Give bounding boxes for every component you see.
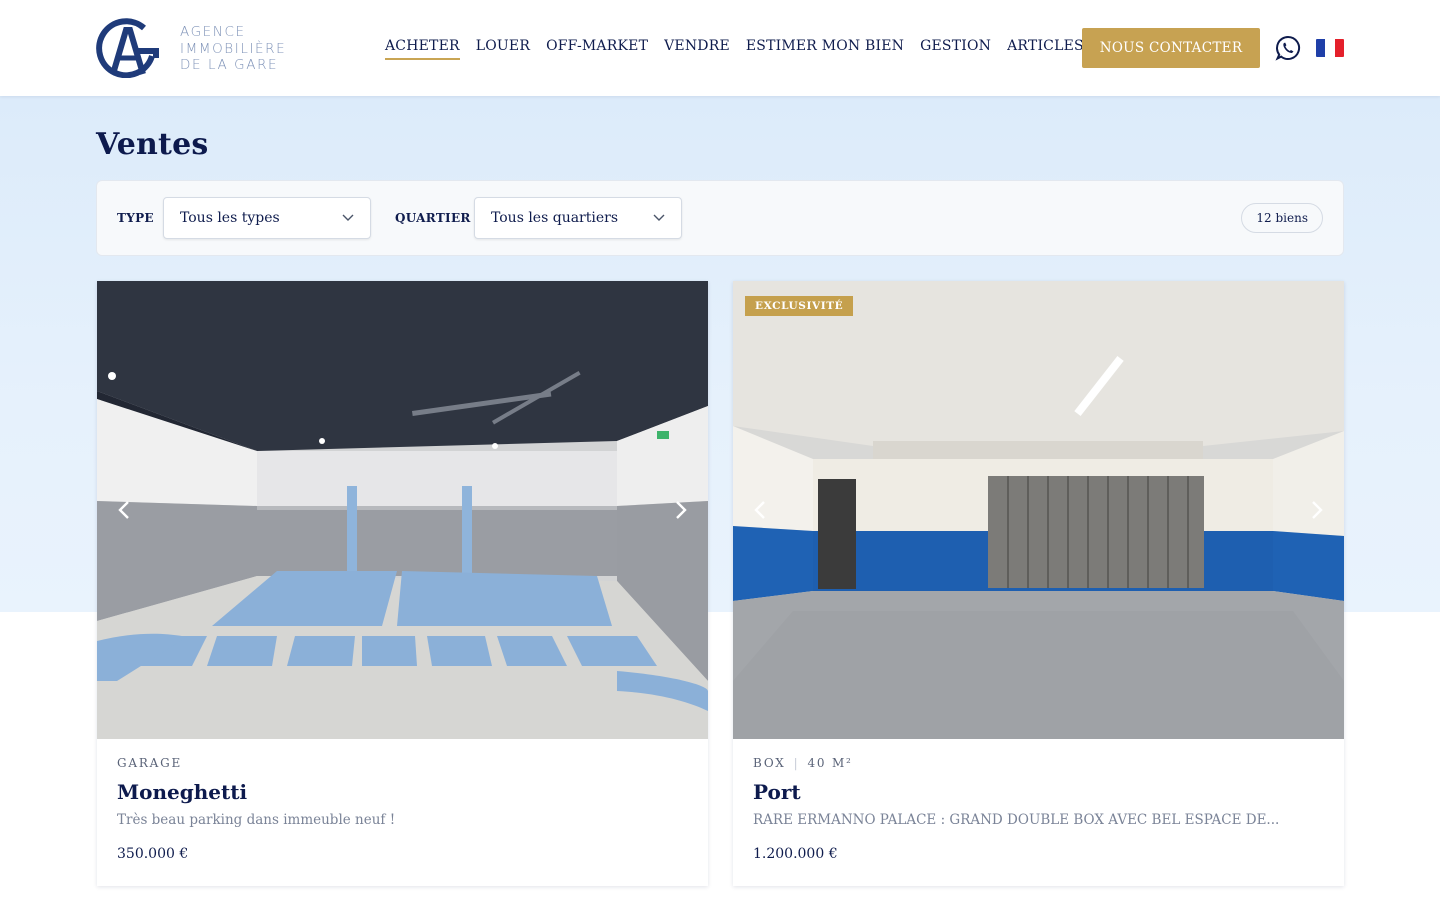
listing-photo[interactable]: EXCLUSIVITÉ — [733, 281, 1344, 739]
contact-button[interactable]: NOUS CONTACTER — [1082, 28, 1260, 68]
nav-item-acheter[interactable]: ACHETER — [385, 38, 460, 60]
logo-line-1: AGENCE — [180, 24, 246, 40]
listing-price: 1.200.000 € — [753, 846, 838, 862]
garage-photo-image — [97, 281, 708, 739]
results-count-badge: 12 biens — [1241, 203, 1323, 233]
logo-monogram-icon — [96, 18, 159, 78]
listing-card[interactable]: GARAGE Moneghetti Très beau parking dans… — [97, 281, 708, 886]
page-title: Ventes — [96, 127, 209, 162]
nav-item-gestion[interactable]: GESTION — [920, 38, 991, 60]
whatsapp-icon[interactable] — [1275, 35, 1301, 61]
french-flag-icon[interactable] — [1316, 39, 1344, 57]
listing-description: RARE ERMANNO PALACE : GRAND DOUBLE BOX A… — [753, 812, 1280, 828]
next-photo-icon[interactable] — [670, 499, 690, 521]
nav-item-louer[interactable]: LOUER — [476, 38, 530, 60]
logo-wordmark: AGENCE IMMOBILIÈRE DE LA GARE — [180, 24, 310, 74]
agency-logo[interactable]: AGENCE IMMOBILIÈRE DE LA GARE — [96, 18, 296, 78]
box-photo-image — [733, 281, 1344, 739]
listing-description: Très beau parking dans immeuble neuf ! — [117, 812, 396, 828]
listing-title[interactable]: Moneghetti — [117, 780, 247, 804]
listing-card[interactable]: EXCLUSIVITÉ BOX | 40 M² Port RARE ERMANNO … — [733, 281, 1344, 886]
listing-type: BOX | 40 M² — [753, 756, 853, 770]
type-filter-label: TYPE — [117, 211, 154, 225]
nav-item-estimer[interactable]: ESTIMER MON BIEN — [746, 38, 904, 60]
district-select[interactable]: Tous les quartiers — [474, 197, 682, 239]
nav-item-vendre[interactable]: VENDRE — [664, 38, 730, 60]
district-filter-label: QUARTIER — [395, 211, 471, 225]
listing-title[interactable]: Port — [753, 780, 801, 804]
site-header: AGENCE IMMOBILIÈRE DE LA GARE ACHETER LO… — [0, 0, 1440, 96]
type-select-value: Tous les types — [180, 210, 280, 226]
listing-type-label: GARAGE — [117, 756, 183, 770]
nav-item-off-market[interactable]: OFF-MARKET — [546, 38, 648, 60]
previous-photo-icon[interactable] — [115, 499, 135, 521]
logo-line-3: DE LA GARE — [180, 57, 279, 73]
exclusive-badge: EXCLUSIVITÉ — [745, 296, 854, 316]
type-separator: | — [793, 756, 800, 770]
listing-type-label: BOX — [753, 756, 786, 770]
nav-item-articles[interactable]: ARTICLES — [1007, 38, 1084, 60]
main-nav: ACHETER LOUER OFF-MARKET VENDRE ESTIMER … — [385, 38, 1100, 60]
listing-price: 350.000 € — [117, 846, 189, 862]
chevron-down-icon — [342, 214, 354, 221]
district-select-value: Tous les quartiers — [491, 210, 619, 226]
previous-photo-icon[interactable] — [751, 499, 771, 521]
listing-surface: 40 M² — [807, 756, 853, 770]
listing-photo[interactable] — [97, 281, 708, 739]
filter-bar: TYPE Tous les types QUARTIER Tous les qu… — [96, 180, 1344, 256]
chevron-down-icon — [653, 214, 665, 221]
logo-line-2: IMMOBILIÈRE — [180, 40, 287, 57]
type-select[interactable]: Tous les types — [163, 197, 371, 239]
next-photo-icon[interactable] — [1306, 499, 1326, 521]
listing-type: GARAGE — [117, 756, 182, 770]
